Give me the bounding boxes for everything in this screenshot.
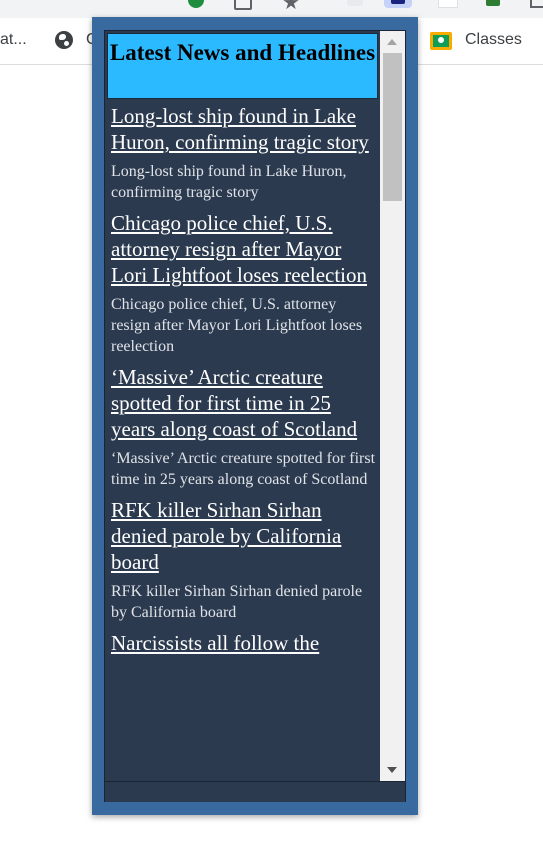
news-panel: Latest News and Headlines Long-lost ship… xyxy=(104,30,406,802)
bookmark-truncated[interactable]: at... xyxy=(0,31,27,49)
article-title-link[interactable]: RFK killer Sirhan Sirhan denied parole b… xyxy=(111,497,379,575)
article-summary: ‘Massive’ Arctic creature spotted for fi… xyxy=(111,450,376,488)
article-title-link[interactable]: Narcissists all follow the xyxy=(111,630,379,656)
scroll-down-arrow-icon[interactable] xyxy=(387,767,397,773)
globe-icon[interactable] xyxy=(55,31,73,49)
browser-toolbar: ★ xyxy=(0,0,543,18)
scroll-up-arrow-icon[interactable] xyxy=(387,39,397,45)
news-scroll-area[interactable]: Latest News and Headlines Long-lost ship… xyxy=(105,31,379,781)
extension-popup: Latest News and Headlines Long-lost ship… xyxy=(92,17,418,815)
popup-header: Latest News and Headlines xyxy=(107,33,378,99)
window-icon[interactable] xyxy=(528,0,543,10)
article-item: RFK killer Sirhan Sirhan denied parole b… xyxy=(111,497,379,623)
article-item: Chicago police chief, U.S. attorney resi… xyxy=(111,210,379,357)
bookmark-star-icon[interactable]: ★ xyxy=(282,0,302,14)
extension-icon[interactable] xyxy=(438,0,458,10)
article-summary: Long-lost ship found in Lake Huron, conf… xyxy=(111,163,347,201)
panel-footer xyxy=(105,781,405,802)
article-title-link[interactable]: Chicago police chief, U.S. attorney resi… xyxy=(111,210,379,288)
article-title-link[interactable]: ‘Massive’ Arctic creature spotted for fi… xyxy=(111,364,379,442)
article-summary: Chicago police chief, U.S. attorney resi… xyxy=(111,296,363,355)
article-title-link[interactable]: Long-lost ship found in Lake Huron, conf… xyxy=(111,103,379,155)
extension-icon[interactable] xyxy=(345,0,365,10)
google-classroom-icon[interactable] xyxy=(430,32,452,50)
install-app-icon[interactable] xyxy=(232,0,252,10)
extension-icon[interactable] xyxy=(484,0,504,10)
article-summary: RFK killer Sirhan Sirhan denied parole b… xyxy=(111,583,363,621)
bookmark-classes[interactable]: Classes xyxy=(465,31,522,49)
article-list: Long-lost ship found in Lake Huron, conf… xyxy=(111,103,379,662)
news-extension-icon[interactable] xyxy=(384,0,412,10)
vertical-scrollbar[interactable] xyxy=(380,31,405,781)
scroll-thumb[interactable] xyxy=(383,53,402,201)
article-item: ‘Massive’ Arctic creature spotted for fi… xyxy=(111,364,379,490)
article-item: Narcissists all follow the xyxy=(111,630,379,656)
sync-status-icon[interactable] xyxy=(186,0,206,10)
article-item: Long-lost ship found in Lake Huron, conf… xyxy=(111,103,379,203)
